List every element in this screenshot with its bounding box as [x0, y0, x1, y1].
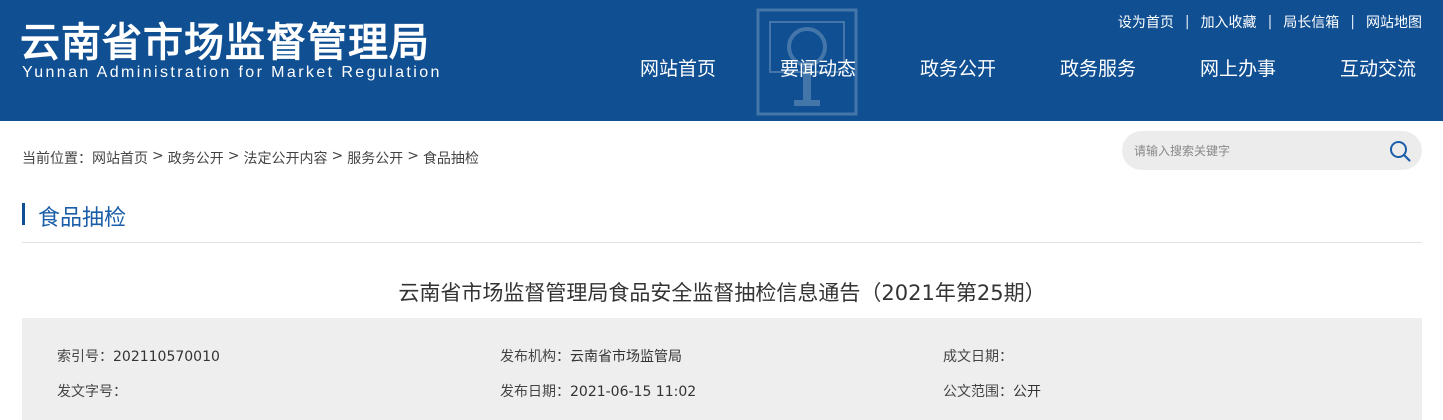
sitemap-link[interactable]: 网站地图 [1366, 12, 1422, 32]
breadcrumb-separator: > [152, 148, 164, 164]
section-title: 食品抽检 [38, 206, 127, 231]
section-title-accent-bar [22, 203, 25, 225]
meta-index-number: 索引号：202110570010 [57, 346, 220, 366]
meta-document-scope: 公文范围：公开 [943, 381, 1041, 401]
meta-label: 发布机构： [500, 349, 570, 365]
nav-item-government-services[interactable]: 政务服务 [1060, 54, 1200, 81]
breadcrumb-item-food-inspection[interactable]: 食品抽检 [423, 148, 479, 168]
nav-item-government-affairs[interactable]: 政务公开 [920, 54, 1060, 81]
meta-label: 成文日期： [943, 349, 1013, 365]
meta-value: 公开 [1013, 384, 1041, 400]
breadcrumb: 当前位置： 网站首页 > 政务公开 > 法定公开内容 > 服务公开 > 食品抽检 [22, 148, 479, 168]
top-link-separator: | [1350, 14, 1355, 30]
nav-item-news[interactable]: 要闻动态 [780, 54, 920, 81]
article-title: 云南省市场监督管理局食品安全监督抽检信息通告（2021年第25期） [398, 281, 1046, 305]
site-subtitle: Yunnan Administration for Market Regulat… [22, 64, 442, 81]
director-mailbox-link[interactable]: 局长信箱 [1283, 12, 1339, 32]
breadcrumb-separator: > [331, 148, 344, 164]
search-input[interactable] [1134, 140, 1374, 162]
breadcrumb-item-government-affairs[interactable]: 政务公开 [168, 148, 224, 168]
meta-value: 2021-06-15 11:02 [570, 384, 697, 400]
meta-document-number: 发文字号： [57, 381, 127, 401]
meta-publisher: 发布机构：云南省市场监管局 [500, 346, 682, 366]
search-box [1122, 131, 1422, 170]
article-meta-box: 索引号：202110570010 发布机构：云南省市场监管局 成文日期： 发文字… [22, 318, 1422, 420]
meta-label: 索引号： [57, 349, 113, 365]
add-favorite-link[interactable]: 加入收藏 [1201, 12, 1257, 32]
meta-publish-date: 发布日期：2021-06-15 11:02 [500, 381, 696, 401]
breadcrumb-separator: > [407, 148, 419, 164]
meta-value: 202110570010 [113, 349, 220, 365]
breadcrumb-separator: > [227, 148, 240, 164]
top-link-separator: | [1267, 14, 1273, 30]
top-link-separator: | [1184, 14, 1190, 30]
site-title: 云南省市场监督管理局 [20, 20, 430, 66]
breadcrumb-item-service-disclosure[interactable]: 服务公开 [347, 148, 403, 168]
nav-item-online-services[interactable]: 网上办事 [1200, 54, 1340, 81]
top-links: 设为首页 | 加入收藏 | 局长信箱 | 网站地图 [1118, 12, 1422, 32]
breadcrumb-item-legal-disclosure[interactable]: 法定公开内容 [243, 148, 327, 168]
meta-label: 公文范围： [943, 384, 1013, 400]
nav-item-home[interactable]: 网站首页 [640, 54, 780, 81]
nav-item-interaction[interactable]: 互动交流 [1340, 54, 1416, 81]
section-divider [22, 242, 1422, 243]
breadcrumb-item-home[interactable]: 网站首页 [92, 148, 148, 168]
meta-label: 发文字号： [57, 384, 127, 400]
meta-label: 发布日期： [500, 384, 570, 400]
meta-created-date: 成文日期： [943, 346, 1013, 366]
site-header: 云南省市场监督管理局 Yunnan Administration for Mar… [0, 0, 1443, 121]
meta-value: 云南省市场监管局 [570, 349, 682, 365]
set-homepage-link[interactable]: 设为首页 [1118, 12, 1174, 32]
breadcrumb-prefix: 当前位置： [22, 151, 92, 167]
main-nav: 网站首页 要闻动态 政务公开 政务服务 网上办事 互动交流 [640, 54, 1416, 81]
search-icon[interactable] [1388, 139, 1412, 163]
